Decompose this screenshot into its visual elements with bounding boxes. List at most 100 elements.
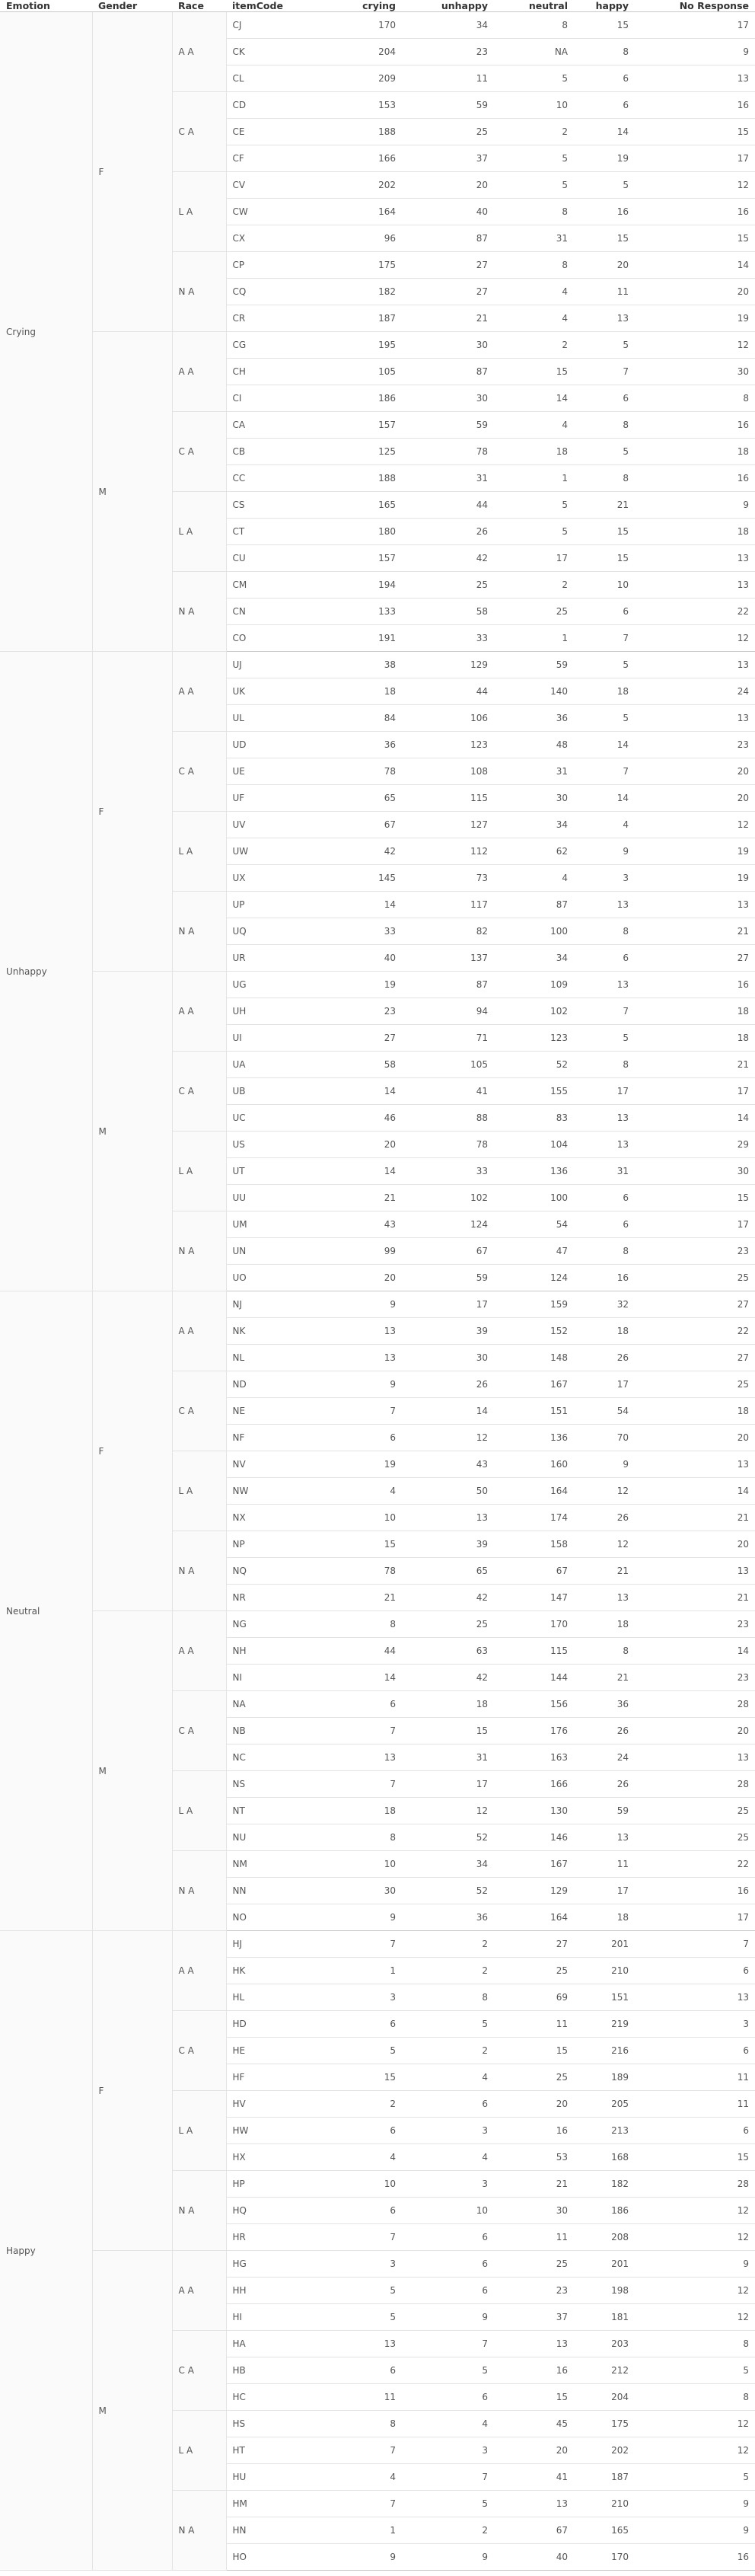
race-group-cell: L A: [172, 2410, 227, 2491]
no-response-cell: 17: [635, 145, 755, 172]
no-response-cell: 12: [635, 2410, 755, 2437]
item-code-cell: HS: [225, 2410, 313, 2437]
neutral-cell: 155: [494, 1077, 574, 1105]
unhappy-cell: 23: [402, 38, 494, 65]
neutral-cell: 25: [494, 598, 574, 625]
crying-cell: 42: [313, 838, 402, 865]
no-response-cell: 28: [635, 1770, 755, 1798]
column-header-unhappy[interactable]: unhappy: [402, 0, 494, 12]
crying-cell: 166: [313, 145, 402, 172]
no-response-cell: 19: [635, 838, 755, 865]
no-response-cell: 5: [635, 2463, 755, 2491]
table-row: Crying F A A CJ 170 34 8 15 17: [0, 11, 755, 652]
neutral-cell: 158: [494, 1531, 574, 1558]
happy-cell: 182: [574, 2170, 635, 2198]
column-header-race[interactable]: Race: [172, 0, 226, 12]
unhappy-cell: 2: [402, 2517, 494, 2544]
neutral-cell: 40: [494, 2543, 574, 2571]
unhappy-cell: 9: [402, 2543, 494, 2571]
no-response-cell: 25: [635, 1264, 755, 1291]
no-response-cell: 18: [635, 998, 755, 1025]
column-header-emotion[interactable]: Emotion: [0, 0, 92, 12]
unhappy-cell: 6: [402, 2090, 494, 2118]
item-code-cell: ND: [225, 1371, 313, 1398]
happy-cell: 14: [574, 784, 635, 812]
happy-cell: 13: [574, 1131, 635, 1158]
column-header-gender[interactable]: Gender: [92, 0, 172, 12]
item-code-cell: UE: [225, 758, 313, 785]
item-code-cell: CK: [225, 38, 313, 65]
item-code-cell: UI: [225, 1024, 313, 1052]
no-response-cell: 18: [635, 438, 755, 465]
no-response-cell: 15: [635, 2143, 755, 2171]
happy-cell: 202: [574, 2437, 635, 2464]
column-header-happy[interactable]: happy: [574, 0, 635, 12]
neutral-cell: 115: [494, 1637, 574, 1665]
no-response-cell: 16: [635, 971, 755, 998]
unhappy-cell: 73: [402, 864, 494, 892]
item-code-cell: HV: [225, 2090, 313, 2118]
unhappy-cell: 4: [402, 2143, 494, 2171]
happy-cell: 187: [574, 2463, 635, 2491]
happy-cell: 19: [574, 145, 635, 172]
item-code-cell: NH: [225, 1637, 313, 1665]
no-response-cell: 13: [635, 1451, 755, 1478]
happy-cell: 10: [574, 571, 635, 599]
happy-cell: 165: [574, 2517, 635, 2544]
happy-cell: 26: [574, 1770, 635, 1798]
column-header-neutral[interactable]: neutral: [494, 0, 574, 12]
neutral-cell: 34: [494, 811, 574, 838]
item-code-cell: CQ: [225, 278, 313, 305]
race-group-cell: C A: [172, 91, 227, 172]
happy-cell: 9: [574, 838, 635, 865]
item-code-cell: NI: [225, 1664, 313, 1691]
no-response-cell: 17: [635, 11, 755, 39]
item-code-cell: CV: [225, 171, 313, 199]
item-code-cell: NK: [225, 1317, 313, 1345]
happy-cell: 59: [574, 1797, 635, 1824]
happy-cell: 216: [574, 2037, 635, 2064]
item-code-cell: NJ: [225, 1291, 313, 1318]
happy-cell: 170: [574, 2543, 635, 2571]
happy-cell: 21: [574, 1664, 635, 1691]
no-response-cell: 20: [635, 784, 755, 812]
crying-cell: 84: [313, 704, 402, 732]
neutral-cell: 59: [494, 651, 574, 678]
no-response-cell: 23: [635, 1664, 755, 1691]
unhappy-cell: 137: [402, 944, 494, 972]
crying-cell: 9: [313, 1291, 402, 1318]
unhappy-cell: 50: [402, 1477, 494, 1505]
item-code-cell: CD: [225, 91, 313, 119]
happy-cell: 168: [574, 2143, 635, 2171]
happy-cell: 13: [574, 1104, 635, 1132]
unhappy-cell: 124: [402, 1211, 494, 1238]
column-header-itemcode[interactable]: itemCode: [226, 0, 313, 12]
crying-cell: 4: [313, 2143, 402, 2171]
column-header-no-response[interactable]: No Response: [635, 0, 755, 12]
happy-cell: 15: [574, 518, 635, 545]
unhappy-cell: 11: [402, 65, 494, 92]
item-code-cell: CX: [225, 225, 313, 252]
crying-cell: 65: [313, 784, 402, 812]
column-header-crying[interactable]: crying: [313, 0, 402, 12]
item-code-cell: HT: [225, 2437, 313, 2464]
item-code-cell: NU: [225, 1824, 313, 1851]
crying-cell: 6: [313, 2357, 402, 2384]
unhappy-cell: 108: [402, 758, 494, 785]
neutral-cell: 4: [494, 411, 574, 439]
crying-cell: 202: [313, 171, 402, 199]
item-code-cell: HN: [225, 2517, 313, 2544]
happy-cell: 8: [574, 1237, 635, 1265]
race-group-cell: L A: [172, 1451, 227, 1531]
item-code-cell: UU: [225, 1184, 313, 1211]
no-response-cell: 17: [635, 1211, 755, 1238]
item-code-cell: NO: [225, 1904, 313, 1931]
no-response-cell: 30: [635, 358, 755, 385]
crying-cell: 145: [313, 864, 402, 892]
race-group-cell: C A: [172, 1690, 227, 1771]
crying-cell: 153: [313, 91, 402, 119]
crying-cell: 1: [313, 2517, 402, 2544]
happy-cell: 13: [574, 971, 635, 998]
unhappy-cell: 13: [402, 1504, 494, 1531]
no-response-cell: 23: [635, 1237, 755, 1265]
